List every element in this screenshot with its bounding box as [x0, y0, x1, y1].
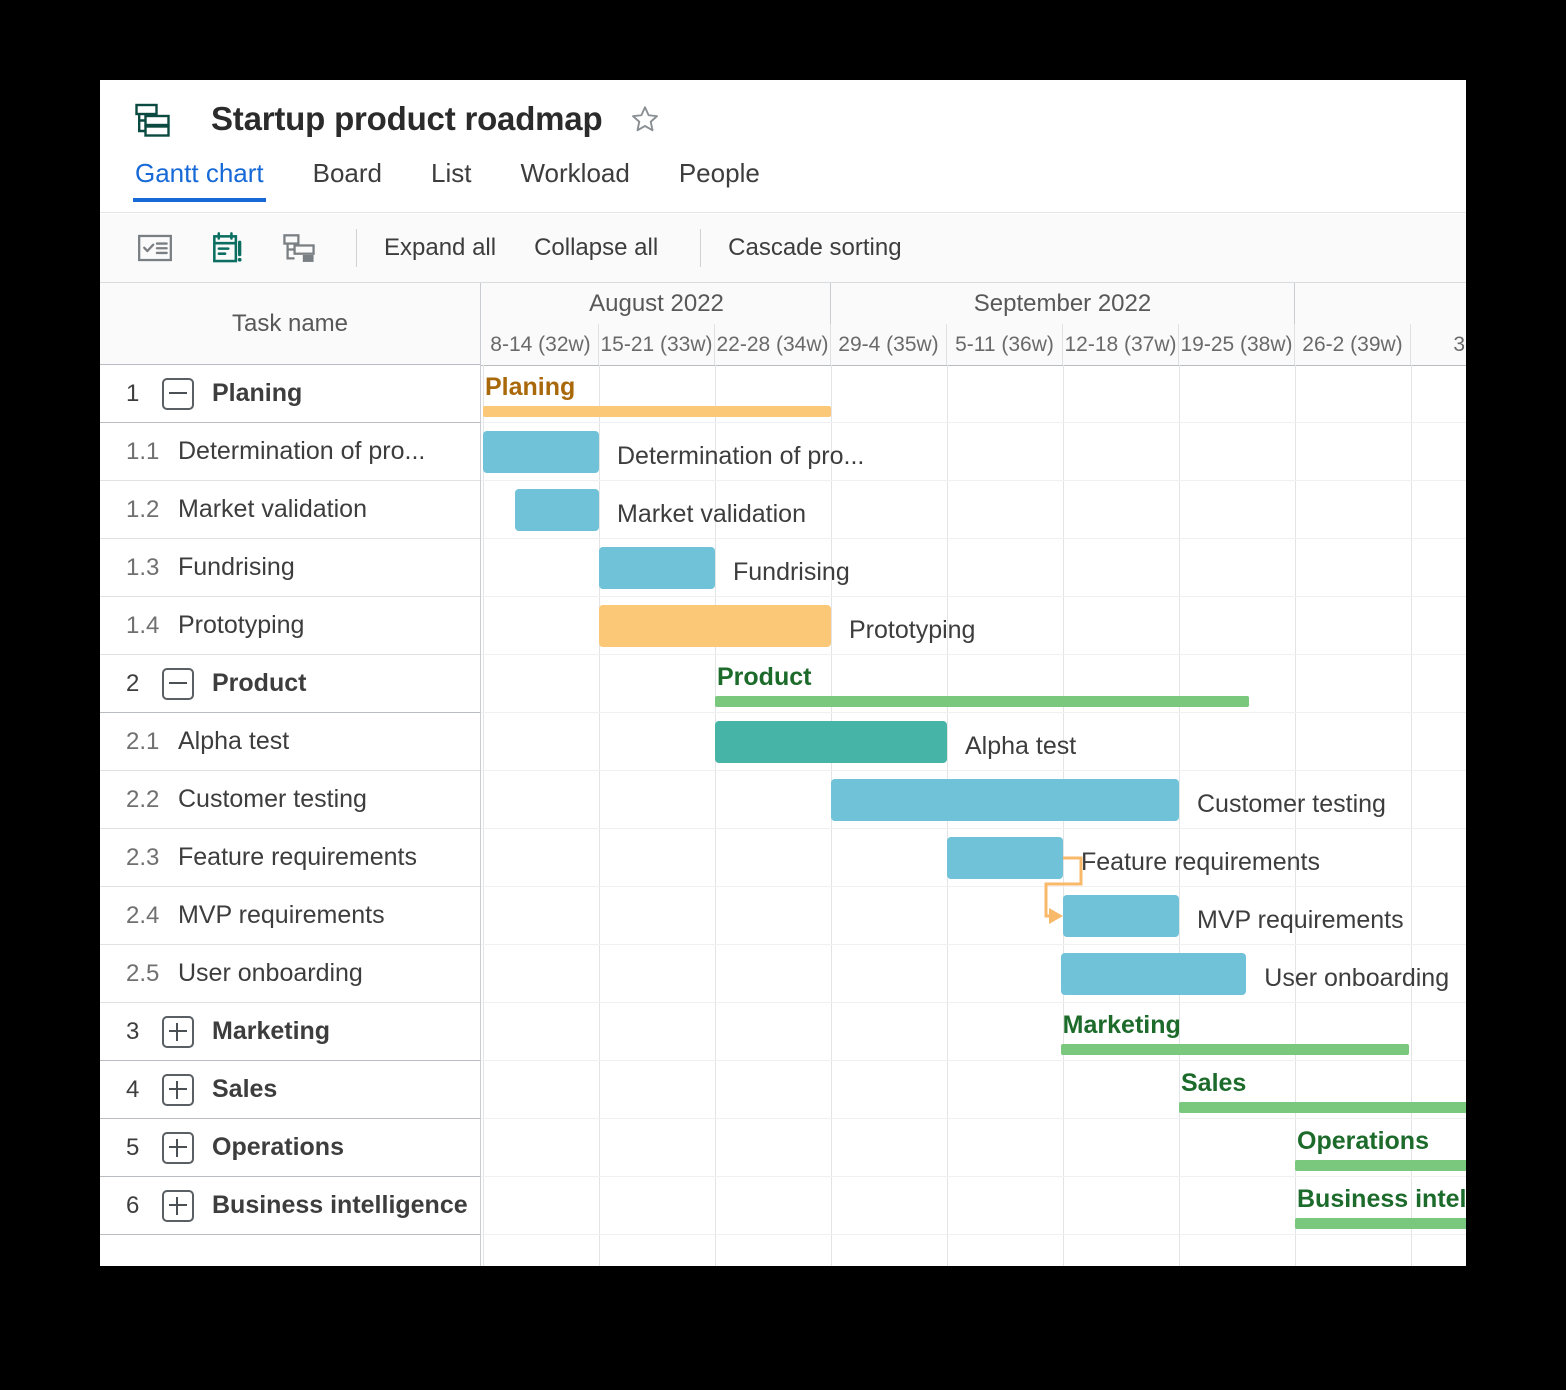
timeline-month-label: August 2022: [483, 283, 831, 324]
task-wbs-number: 2.1: [126, 728, 178, 756]
cascade-sorting-button[interactable]: Cascade sorting: [728, 234, 901, 262]
view-tabs: Gantt chart Board List Workload People: [100, 158, 1466, 213]
task-name-label: Customer testing: [178, 785, 367, 814]
task-wbs-number: 1: [126, 380, 162, 408]
task-group-row[interactable]: 1 Planing: [100, 365, 480, 423]
task-name-label: Alpha test: [178, 727, 289, 756]
task-name-label: Prototyping: [178, 611, 304, 640]
task-wbs-number: 4: [126, 1076, 162, 1104]
task-group-row[interactable]: 3 Marketing: [100, 1003, 480, 1061]
timeline-week-label: 3-9: [1411, 324, 1466, 365]
task-wbs-number: 3: [126, 1018, 162, 1046]
task-wbs-number: 1.2: [126, 496, 178, 524]
task-wbs-number: 6: [126, 1192, 162, 1220]
task-group-row[interactable]: 5 Operations: [100, 1119, 480, 1177]
task-name-label: Product: [212, 669, 306, 698]
task-name-label: Planing: [212, 379, 302, 408]
gantt-app-icon: [133, 99, 173, 139]
task-row[interactable]: 2.4MVP requirements: [100, 887, 480, 945]
task-wbs-number: 2.4: [126, 902, 178, 930]
task-name-label: Business intelligence: [212, 1191, 468, 1220]
toolbar: Expand all Collapse all Cascade sorting: [100, 214, 1466, 283]
expand-group-icon[interactable]: [162, 1132, 194, 1164]
calendar-alert-icon[interactable]: [208, 229, 246, 267]
task-group-row[interactable]: 6 Business intelligence: [100, 1177, 480, 1235]
task-list-panel: Task name 1 Planing 1.1Determination of pr…: [100, 283, 481, 1266]
task-row[interactable]: 1.1Determination of pro...: [100, 423, 480, 481]
tab-board[interactable]: Board: [313, 158, 382, 202]
task-wbs-number: 2.2: [126, 786, 178, 814]
task-wbs-number: 1.1: [126, 438, 178, 466]
toolbar-divider-2: [700, 229, 701, 267]
collapse-group-icon[interactable]: [162, 668, 194, 700]
task-wbs-number: 1.3: [126, 554, 178, 582]
task-group-row[interactable]: 4 Sales: [100, 1061, 480, 1119]
toolbar-divider-1: [356, 229, 357, 267]
task-row[interactable]: 2.3Feature requirements: [100, 829, 480, 887]
expand-group-icon[interactable]: [162, 1016, 194, 1048]
task-name-label: MVP requirements: [178, 901, 385, 930]
page-title: Startup product roadmap: [211, 100, 602, 138]
task-name-label: Marketing: [212, 1017, 330, 1046]
gantt-grid: Task name 1 Planing 1.1Determination of pr…: [100, 283, 1466, 1266]
title-bar: Startup product roadmap: [100, 80, 1466, 158]
timeline-week-label: 12-18 (37w): [1063, 324, 1179, 365]
tab-workload[interactable]: Workload: [520, 158, 629, 202]
collapse-all-button[interactable]: Collapse all: [534, 234, 658, 262]
timeline-body: PlaningDetermination of pro...Market val…: [481, 365, 1466, 1266]
timeline-month-label: [1295, 283, 1466, 324]
task-wbs-number: 2.3: [126, 844, 178, 872]
collapse-group-icon[interactable]: [162, 378, 194, 410]
tab-gantt-chart[interactable]: Gantt chart: [135, 158, 264, 202]
task-wbs-number: 1.4: [126, 612, 178, 640]
timeline-week-label: 19-25 (38w): [1179, 324, 1295, 365]
hierarchy-icon[interactable]: [280, 229, 318, 267]
timeline-month-label: September 2022: [831, 283, 1295, 324]
task-wbs-number: 2: [126, 670, 162, 698]
task-row[interactable]: 1.3Fundrising: [100, 539, 480, 597]
task-wbs-number: 5: [126, 1134, 162, 1162]
timeline-week-label: 8-14 (32w): [483, 324, 599, 365]
task-group-row[interactable]: 2 Product: [100, 655, 480, 713]
tab-list[interactable]: List: [431, 158, 471, 202]
task-name-label: Feature requirements: [178, 843, 417, 872]
task-row[interactable]: 1.4Prototyping: [100, 597, 480, 655]
timeline-months-header: August 2022September 2022: [481, 283, 1466, 325]
task-name-label: Market validation: [178, 495, 367, 524]
screenshot-root: Startup product roadmap Gantt chart Boar…: [0, 0, 1566, 1390]
timeline-panel: August 2022September 2022 8-14 (32w)15-2…: [481, 283, 1466, 1266]
task-name-label: Sales: [212, 1075, 277, 1104]
task-row[interactable]: 2.1Alpha test: [100, 713, 480, 771]
task-row[interactable]: 2.2Customer testing: [100, 771, 480, 829]
task-name-label: Determination of pro...: [178, 437, 425, 466]
expand-all-button[interactable]: Expand all: [384, 234, 496, 262]
task-row[interactable]: 1.2Market validation: [100, 481, 480, 539]
timeline-week-label: 26-2 (39w): [1295, 324, 1411, 365]
timeline-week-label: 22-28 (34w): [715, 324, 831, 365]
task-name-header: Task name: [100, 283, 480, 365]
timeline-week-label: 5-11 (36w): [947, 324, 1063, 365]
expand-group-icon[interactable]: [162, 1190, 194, 1222]
task-name-label: User onboarding: [178, 959, 363, 988]
timeline-week-label: 29-4 (35w): [831, 324, 947, 365]
timeline-weeks-header: 8-14 (32w)15-21 (33w)22-28 (34w)29-4 (35…: [481, 324, 1466, 366]
app-window: Startup product roadmap Gantt chart Boar…: [100, 80, 1466, 1266]
expand-group-icon[interactable]: [162, 1074, 194, 1106]
checklist-icon[interactable]: [136, 229, 174, 267]
star-outline-icon[interactable]: [630, 104, 660, 134]
task-name-label: Fundrising: [178, 553, 295, 582]
task-wbs-number: 2.5: [126, 960, 178, 988]
task-name-header-label: Task name: [232, 310, 348, 338]
tab-people[interactable]: People: [679, 158, 760, 202]
dependency-arrow: [481, 365, 1466, 1266]
task-name-label: Operations: [212, 1133, 344, 1162]
task-row[interactable]: 2.5User onboarding: [100, 945, 480, 1003]
timeline-week-label: 15-21 (33w): [599, 324, 715, 365]
